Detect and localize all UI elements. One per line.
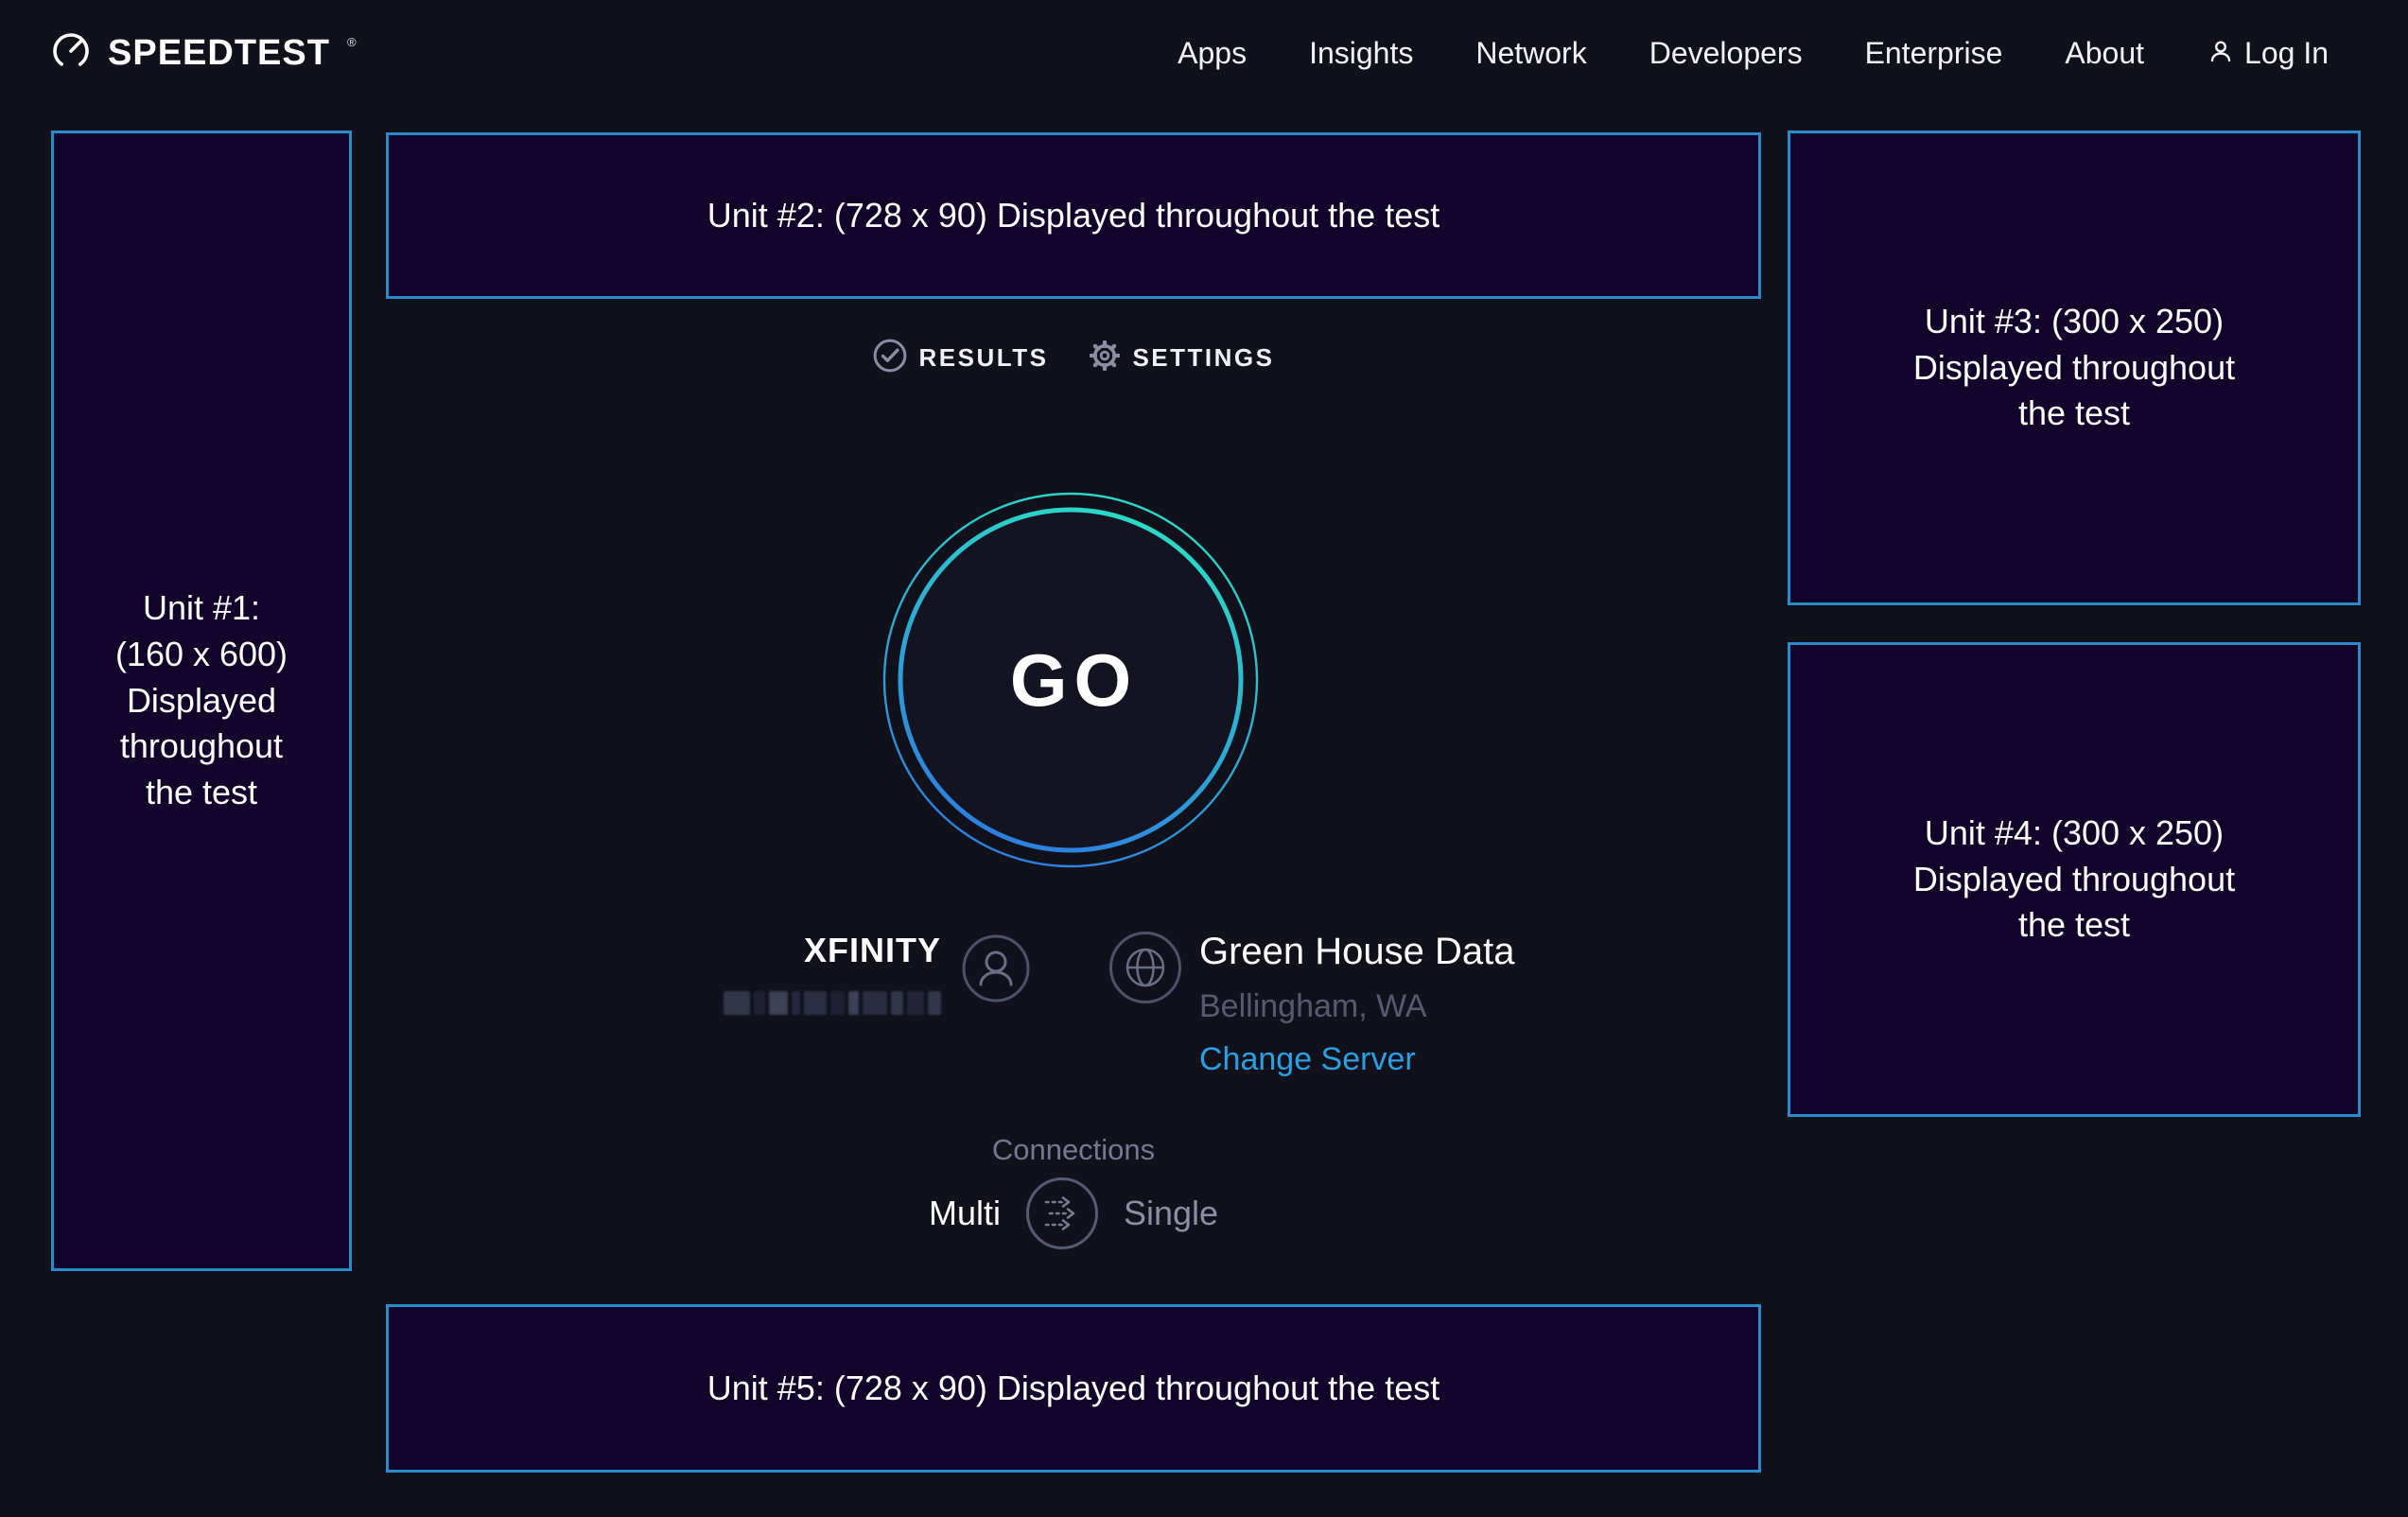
tabs-row: RESULTS SETTINGS: [386, 339, 1761, 377]
isp-name: XFINITY: [804, 931, 941, 970]
isp-user-circle-icon: [962, 934, 1030, 1007]
globe-icon: [1108, 931, 1182, 1009]
go-button[interactable]: GO: [881, 491, 1260, 869]
ad-unit-4-rectangle[interactable]: Unit #4: (300 x 250) Displayed throughou…: [1788, 642, 2361, 1117]
ad-unit-1-skyscraper[interactable]: Unit #1: (160 x 600) Displayed throughou…: [51, 131, 352, 1271]
nav-item-developers[interactable]: Developers: [1649, 36, 1803, 71]
ad-unit-5-text: Unit #5: (728 x 90) Displayed throughout…: [707, 1366, 1440, 1412]
connections-label: Connections: [386, 1133, 1761, 1167]
tab-results[interactable]: RESULTS: [873, 339, 1049, 377]
nav-item-enterprise[interactable]: Enterprise: [1865, 36, 2003, 71]
nav-item-apps[interactable]: Apps: [1178, 36, 1247, 71]
go-button-label: GO: [881, 491, 1260, 869]
login-button[interactable]: Log In: [2207, 36, 2329, 71]
gear-icon: [1090, 340, 1120, 375]
ad-unit-5-leaderboard[interactable]: Unit #5: (728 x 90) Displayed throughout…: [386, 1304, 1761, 1473]
speedtest-logo[interactable]: SPEEDTEST ®: [49, 29, 355, 78]
speedtest-gauge-icon: [49, 29, 93, 78]
ad-unit-1-text: Unit #1: (160 x 600) Displayed throughou…: [115, 585, 288, 817]
ad-unit-3-text: Unit #3: (300 x 250) Displayed throughou…: [1913, 299, 2235, 438]
nav-item-about[interactable]: About: [2065, 36, 2144, 71]
top-nav-bar: SPEEDTEST ® Apps Insights Network Develo…: [0, 0, 2408, 106]
ad-unit-2-text: Unit #2: (728 x 90) Displayed throughout…: [707, 193, 1440, 239]
tab-settings[interactable]: SETTINGS: [1090, 340, 1274, 375]
connections-single-option[interactable]: Single: [1124, 1194, 1218, 1233]
ad-unit-4-text: Unit #4: (300 x 250) Displayed throughou…: [1913, 811, 2235, 950]
login-label: Log In: [2244, 36, 2329, 71]
connections-toggle-row: Multi Single: [386, 1176, 1761, 1251]
tab-settings-label: SETTINGS: [1132, 343, 1274, 373]
redacted-ip-text: [724, 991, 941, 1015]
change-server-link[interactable]: Change Server: [1199, 1040, 1515, 1078]
server-location: Bellingham, WA: [1199, 987, 1515, 1025]
nav-item-network[interactable]: Network: [1475, 36, 1586, 71]
ad-unit-2-leaderboard[interactable]: Unit #2: (728 x 90) Displayed throughout…: [386, 132, 1761, 299]
multi-connection-icon[interactable]: [1025, 1177, 1099, 1250]
server-name: Green House Data: [1199, 931, 1515, 972]
logo-trademark: ®: [347, 35, 357, 49]
server-info: Green House Data Bellingham, WA Change S…: [1199, 931, 1515, 1078]
ad-unit-3-rectangle[interactable]: Unit #3: (300 x 250) Displayed throughou…: [1788, 131, 2361, 605]
logo-text: SPEEDTEST: [108, 33, 330, 74]
user-icon: [2207, 37, 2235, 70]
nav-item-insights[interactable]: Insights: [1309, 36, 1413, 71]
check-circle-icon: [873, 339, 907, 377]
connections-multi-option[interactable]: Multi: [929, 1194, 1001, 1233]
tab-results-label: RESULTS: [919, 343, 1049, 373]
main-nav: Apps Insights Network Developers Enterpr…: [1178, 36, 2329, 71]
